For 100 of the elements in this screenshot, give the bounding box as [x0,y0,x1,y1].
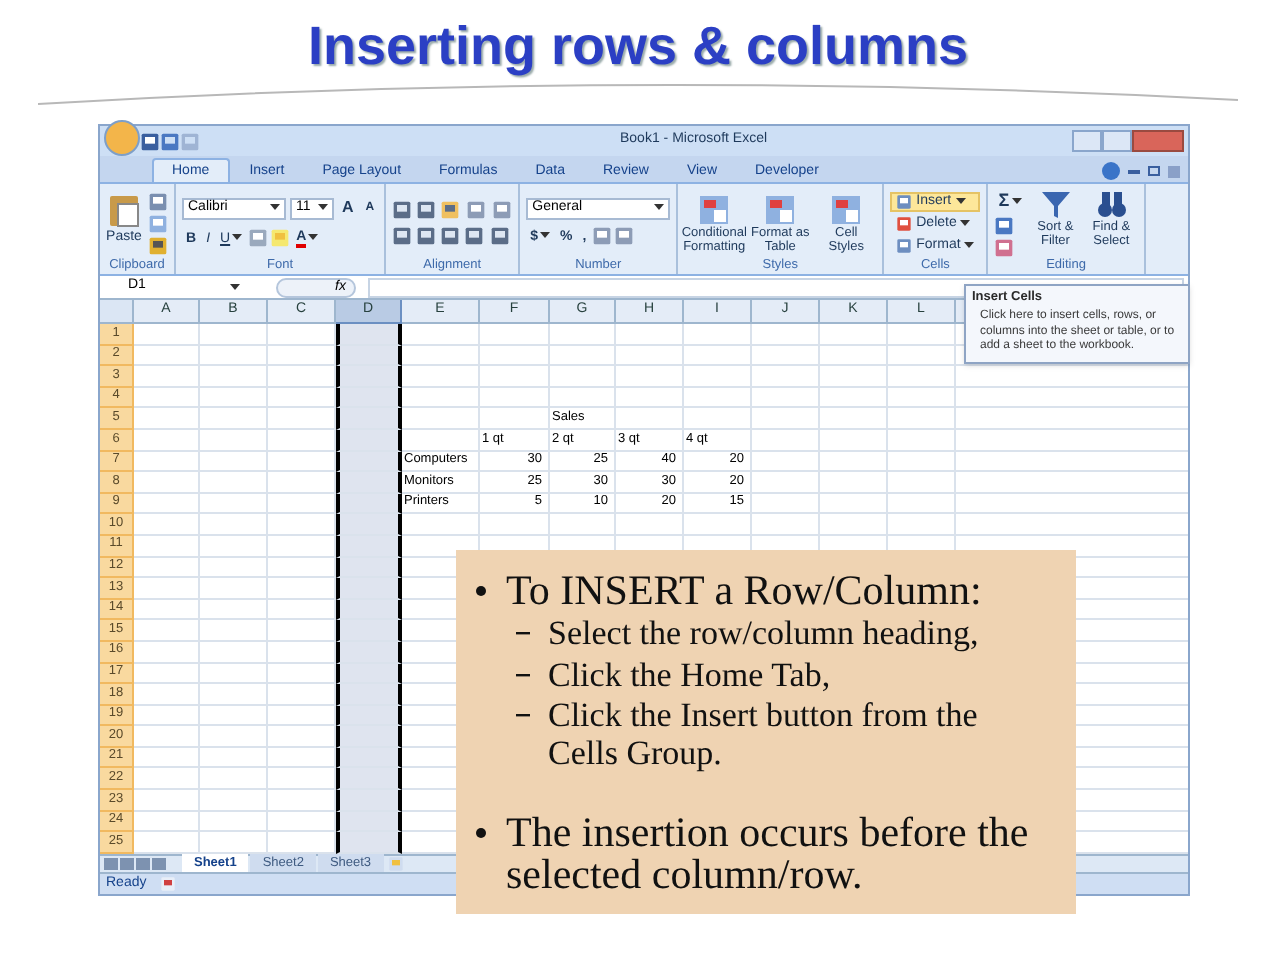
grid-cell [752,387,820,409]
grid-cell [200,599,268,621]
grid-cell [820,451,888,473]
grid-cell [684,387,752,409]
autosum-button[interactable]: Σ [994,188,1026,214]
grid-cell [820,408,888,430]
caret-icon [540,232,551,240]
grid-cell [752,493,820,515]
grid-cell [336,493,402,515]
grid-cell [336,366,402,388]
grid-cell [888,408,956,430]
grid-cell [200,641,268,663]
grid-cell [200,747,268,769]
grid-cell [616,408,684,430]
grid-cell [200,705,268,727]
minimize-button[interactable] [1072,130,1102,152]
grid-cell [134,324,200,346]
grid-cell [684,408,752,430]
grid-cell [134,747,200,769]
close-button[interactable] [1132,130,1184,152]
grid-cell [820,324,888,346]
dash-icon [516,714,530,718]
grid-cell [752,408,820,430]
grid-cell [134,387,200,409]
grid-cell [336,663,402,685]
grow-font-button[interactable]: A [338,195,358,221]
grid-cell [200,514,268,536]
caret-icon [230,283,240,291]
grid-cell [200,557,268,579]
grid-cell [480,408,550,430]
grid-cell [402,514,480,536]
caret-icon [1011,197,1022,205]
close-button[interactable] [1168,165,1180,177]
table-style-icon [698,193,731,225]
grid-cell [336,429,402,452]
grid-cell [336,811,402,833]
grid-cell [200,387,268,409]
grid-cell [616,345,684,367]
grid-cell [752,429,820,452]
grid-cell [134,472,200,494]
grid-cell [336,387,402,409]
grid-cell [200,408,268,430]
grid-cell [200,811,268,833]
maximize-button[interactable] [1102,130,1132,152]
dash-icon [516,673,530,677]
binoculars-icon [1095,188,1128,220]
grid-cell [134,578,200,600]
grid-cell [616,387,684,409]
grid-cell [820,366,888,388]
bullet-icon [476,586,486,596]
grid-cell [752,472,820,494]
grid-cell [480,324,550,346]
grid-cell [752,451,820,473]
grid-cell [684,324,752,346]
grid-cell [616,324,684,346]
help-icon[interactable] [1102,162,1120,180]
grid-cell [336,705,402,727]
grid-cell [402,387,480,409]
grid-cell [888,387,956,409]
grid-cell [134,493,200,515]
grid-cell [200,324,268,346]
grid-cell [200,768,268,791]
minimize-button[interactable] [1128,169,1140,173]
grid-cell [402,324,480,346]
sort-filter-icon [1039,188,1072,220]
grid-cell [550,324,616,346]
select-all-corner[interactable] [100,300,134,324]
grid-cell [134,535,200,558]
grid-cell [134,429,200,452]
grid-cell [336,408,402,430]
grid-cell [134,705,200,727]
grid-cell [134,726,200,748]
bullet-icon [476,828,486,838]
grid-cell [402,345,480,367]
grid-cell [134,641,200,663]
sub-bullet-text: Click the Home Tab, [548,657,831,694]
office-button[interactable] [104,119,140,155]
grid-cell [200,790,268,812]
grid-cell [134,514,200,536]
grid-cell [820,345,888,367]
grid-cell [336,514,402,536]
grid-cell [402,408,480,430]
grid-cell [752,366,820,388]
table-style-icon [764,193,797,225]
grid-cell [888,324,956,346]
bullet-text: To INSERT a Row/Column: [506,570,982,612]
grid-cell [888,366,956,388]
grid-cell [752,345,820,367]
grid-cell [200,366,268,388]
caret-icon [270,204,280,212]
grid-cell [480,387,550,409]
restore-button[interactable] [1148,166,1160,176]
decorative-curve-icon [38,80,1238,108]
grid-cell [336,472,402,494]
grid-cell [888,429,956,452]
slide-title: Inserting rows & columns [307,14,969,80]
caret-icon [232,234,243,242]
grid-cell [752,324,820,346]
caret-icon [318,204,328,212]
grid-cell [336,535,402,558]
